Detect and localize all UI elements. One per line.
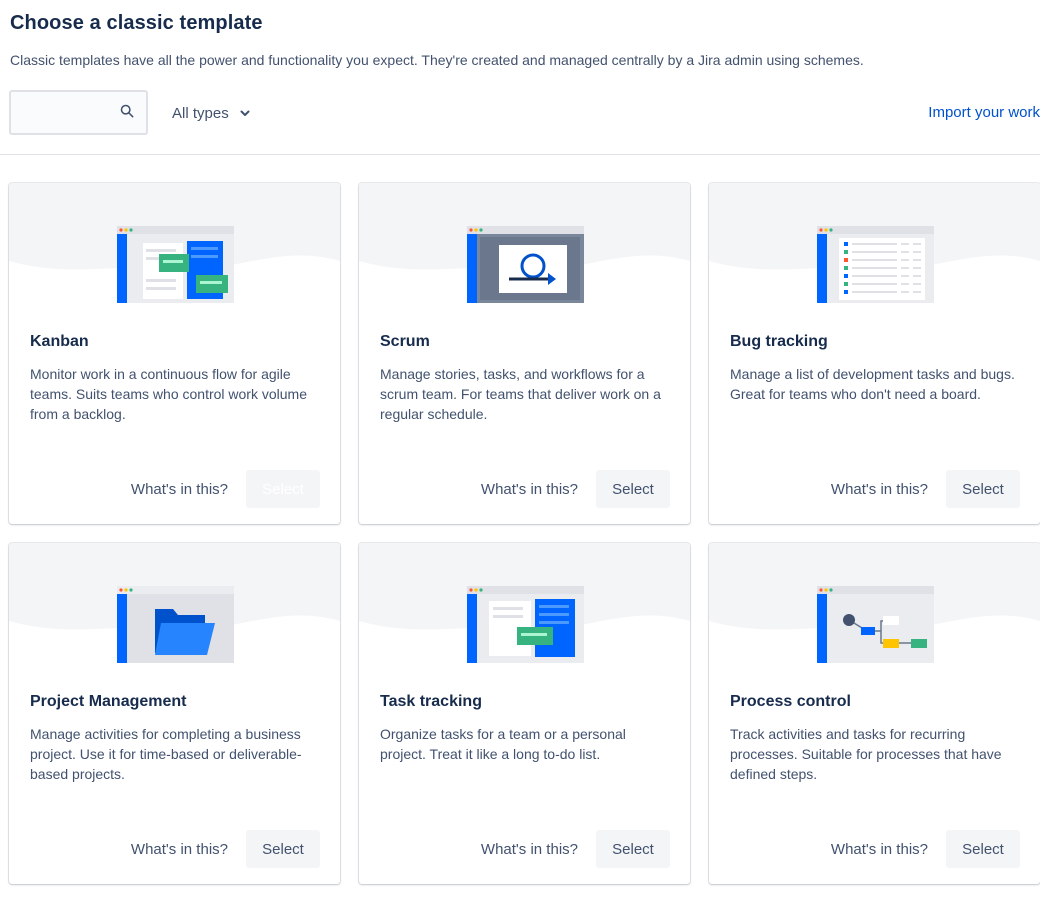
card-description: Organize tasks for a team or a personal … [380,726,626,762]
select-button[interactable]: Select [246,470,320,508]
card-title: Project Management [30,693,187,710]
whats-in-this-link[interactable]: What's in this? [481,841,578,858]
card-title: Task tracking [380,693,482,710]
import-work-link[interactable]: Import your work [928,104,1040,121]
card-title: Process control [730,693,851,710]
card-title: Scrum [380,333,430,350]
divider [0,154,1040,155]
whats-in-this-link[interactable]: What's in this? [481,481,578,498]
whats-in-this-link[interactable]: What's in this? [131,841,228,858]
select-button[interactable]: Select [246,830,320,868]
card-description: Manage activities for completing a busin… [30,726,302,782]
select-button[interactable]: Select [946,830,1020,868]
bug-tracking-illustration [709,183,1040,303]
type-filter-label: All types [172,104,229,122]
card-description: Track activities and tasks for recurring… [730,726,1002,782]
card-description: Manage stories, tasks, and workflows for… [380,366,661,422]
chevron-down-icon [240,110,250,116]
template-card-task-tracking[interactable]: Task tracking Organize tasks for a team … [359,543,690,884]
template-card-bug-tracking[interactable]: Bug tracking Manage a list of developmen… [709,183,1040,524]
template-card-scrum[interactable]: Scrum Manage stories, tasks, and workflo… [359,183,690,524]
type-filter-dropdown[interactable]: All types [164,98,259,128]
scrum-illustration [359,183,690,303]
page-title: Choose a classic template [10,12,263,34]
card-description: Manage a list of development tasks and b… [730,366,1015,402]
whats-in-this-link[interactable]: What's in this? [831,481,928,498]
search-input[interactable] [9,90,148,135]
process-control-illustration [709,543,1040,663]
select-button[interactable]: Select [946,470,1020,508]
page-subtitle: Classic templates have all the power and… [10,52,864,68]
kanban-illustration [9,183,340,303]
whats-in-this-link[interactable]: What's in this? [131,481,228,498]
search-icon [120,104,134,118]
card-description: Monitor work in a continuous flow for ag… [30,366,307,422]
task-tracking-illustration [359,543,690,663]
card-title: Bug tracking [730,333,828,350]
whats-in-this-link[interactable]: What's in this? [831,841,928,858]
template-card-project-management[interactable]: Project Management Manage activities for… [9,543,340,884]
select-button[interactable]: Select [596,470,670,508]
select-button[interactable]: Select [596,830,670,868]
card-title: Kanban [30,333,89,350]
folder-illustration [9,543,340,663]
template-card-kanban[interactable]: Kanban Monitor work in a continuous flow… [9,183,340,524]
template-card-process-control[interactable]: Process control Track activities and tas… [709,543,1040,884]
